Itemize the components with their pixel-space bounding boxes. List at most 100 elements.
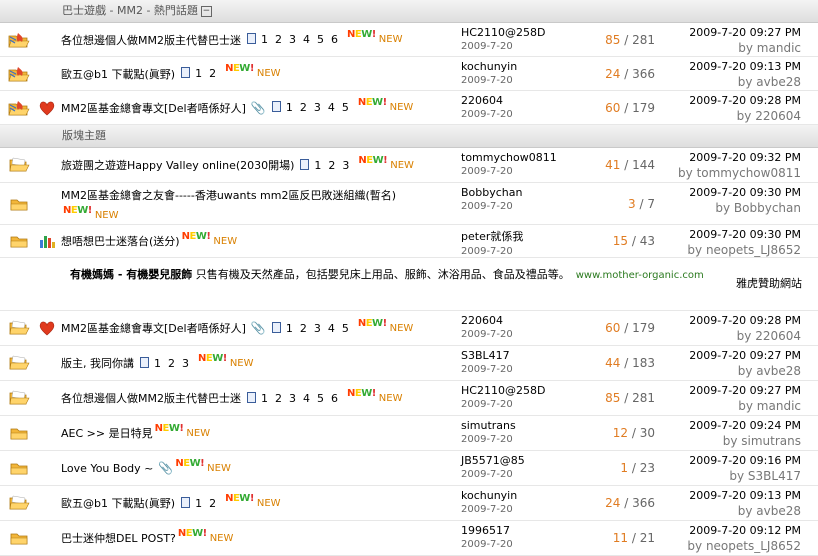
author-name[interactable]: JB5571@85 [461,454,525,467]
page-link[interactable]: 3 [289,33,296,46]
last-poster[interactable]: by S3BL417 [689,469,801,483]
last-poster[interactable]: by 220604 [689,329,801,343]
last-poster[interactable]: by Bobbychan [689,201,801,215]
author-name[interactable]: HC2110@258D [461,384,545,397]
page-link[interactable]: 6 [331,33,338,46]
page-link[interactable]: 1 [286,322,293,335]
last-post-time[interactable]: 2009-7-20 09:32 PM [678,151,801,164]
folder-icon[interactable] [7,529,31,547]
folder-icon[interactable] [7,232,31,250]
folder-icon[interactable] [7,459,31,477]
last-poster[interactable]: by mandic [689,41,801,55]
author-name[interactable]: kochunyin [461,489,517,502]
hot-folder-icon[interactable] [7,31,31,49]
page-link[interactable]: 3 [289,392,296,405]
page-link[interactable]: 4 [328,101,335,114]
last-post-time[interactable]: 2009-7-20 09:13 PM [689,60,801,73]
last-post-time[interactable]: 2009-7-20 09:28 PM [689,94,801,107]
page-link[interactable]: 6 [331,392,338,405]
page-link[interactable]: 5 [317,33,324,46]
sponsored-ad[interactable]: 有機媽媽 - 有機嬰兒服飾 只售有機及天然產品，包括嬰兒床上用品、服飾、沐浴用品… [0,258,818,311]
topic-title-link[interactable]: MM2區基金總會專文[Del者唔係好人] [61,320,246,336]
last-poster[interactable]: by neopets_LJ8652 [687,539,801,553]
last-post-time[interactable]: 2009-7-20 09:13 PM [689,489,801,502]
page-link[interactable]: 5 [342,322,349,335]
last-post-time[interactable]: 2009-7-20 09:30 PM [689,186,801,199]
page-link[interactable]: 1 [314,159,321,172]
last-poster[interactable]: by avbe28 [689,504,801,518]
collapse-toggle-icon[interactable]: − [200,5,212,17]
last-post-time[interactable]: 2009-7-20 09:27 PM [689,384,801,397]
page-link[interactable]: 4 [303,33,310,46]
open-folder-icon[interactable] [7,156,31,174]
author-name[interactable]: S3BL417 [461,349,513,362]
page-link[interactable]: 2 [328,159,335,172]
topic-title-link[interactable]: MM2區基金總會專文[Del者唔係好人] [61,100,246,116]
page-link[interactable]: 2 [300,101,307,114]
author-name[interactable]: 220604 [461,314,513,327]
page-link[interactable]: 1 [261,33,268,46]
author-name[interactable]: peter就係我 [461,228,523,244]
author-name[interactable]: 220604 [461,94,513,107]
last-poster[interactable]: by avbe28 [689,364,801,378]
author-name[interactable]: tommychow0811 [461,151,557,164]
page-link[interactable]: 2 [300,322,307,335]
author-name[interactable]: Bobbychan [461,186,522,199]
author-name[interactable]: kochunyin [461,60,517,73]
page-link[interactable]: 2 [275,392,282,405]
last-post-time[interactable]: 2009-7-20 09:27 PM [689,26,801,39]
last-poster[interactable]: by 220604 [689,109,801,123]
hot-folder-icon[interactable] [7,99,31,117]
author-name[interactable]: simutrans [461,419,516,432]
ad-url[interactable]: www.mother-organic.com [576,270,704,281]
last-post-time[interactable]: 2009-7-20 09:27 PM [689,349,801,362]
last-post-time[interactable]: 2009-7-20 09:24 PM [689,419,801,432]
page-link[interactable]: 5 [317,392,324,405]
page-link[interactable]: 2 [209,497,216,510]
topic-title-link[interactable]: 各位想邊個人做MM2版主代替巴士迷 [61,32,241,48]
topic-title-link[interactable]: 歐五@b1 下載點(眞野) [61,66,175,82]
ad-text[interactable]: 有機媽媽 - 有機嬰兒服飾 只售有機及天然產品，包括嬰兒床上用品、服飾、沐浴用品… [70,264,710,286]
topic-title-link[interactable]: 歐五@b1 下載點(眞野) [61,495,175,511]
open-folder-icon[interactable] [7,389,31,407]
author-name[interactable]: 1996517 [461,524,513,537]
last-post-time[interactable]: 2009-7-20 09:28 PM [689,314,801,327]
last-poster[interactable]: by mandic [689,399,801,413]
page-link[interactable]: 2 [209,67,216,80]
last-poster[interactable]: by avbe28 [689,75,801,89]
topic-title-link[interactable]: 旅遊團之遊遊Happy Valley online(2030開場) [61,157,294,173]
page-link[interactable]: 1 [195,67,202,80]
page-link[interactable]: 1 [286,101,293,114]
hot-folder-icon[interactable] [7,65,31,83]
folder-icon[interactable] [7,195,31,213]
last-poster[interactable]: by tommychow0811 [678,166,801,180]
page-link[interactable]: 3 [314,101,321,114]
open-folder-icon[interactable] [7,319,31,337]
page-link[interactable]: 1 [195,497,202,510]
last-post-time[interactable]: 2009-7-20 09:16 PM [689,454,801,467]
topic-title-link[interactable]: 各位想邊個人做MM2版主代替巴士迷 [61,390,241,406]
last-post-time[interactable]: 2009-7-20 09:12 PM [687,524,801,537]
topic-title-link[interactable]: 版主, 我同你講 [61,355,134,371]
open-folder-icon[interactable] [7,494,31,512]
page-link[interactable]: 2 [275,33,282,46]
topic-title-link[interactable]: 想唔想巴士迷落台(送分) [61,233,180,249]
author-name[interactable]: HC2110@258D [461,26,545,39]
last-poster[interactable]: by neopets_LJ8652 [687,243,801,257]
page-link[interactable]: 4 [328,322,335,335]
ad-brand[interactable]: 有機媽媽 - 有機嬰兒服飾 [70,268,192,281]
folder-icon[interactable] [7,424,31,442]
page-link[interactable]: 3 [314,322,321,335]
page-link[interactable]: 1 [154,357,161,370]
last-post-time[interactable]: 2009-7-20 09:30 PM [687,228,801,241]
page-link[interactable]: 1 [261,392,268,405]
last-poster[interactable]: by simutrans [689,434,801,448]
ad-sponsor-label[interactable]: 雅虎贊助網站 [736,275,802,291]
page-link[interactable]: 3 [182,357,189,370]
page-link[interactable]: 4 [303,392,310,405]
topic-title-link[interactable]: AEC >> 是日特見 [61,425,153,441]
page-link[interactable]: 5 [342,101,349,114]
open-folder-icon[interactable] [7,354,31,372]
page-link[interactable]: 2 [168,357,175,370]
page-link[interactable]: 3 [342,159,349,172]
